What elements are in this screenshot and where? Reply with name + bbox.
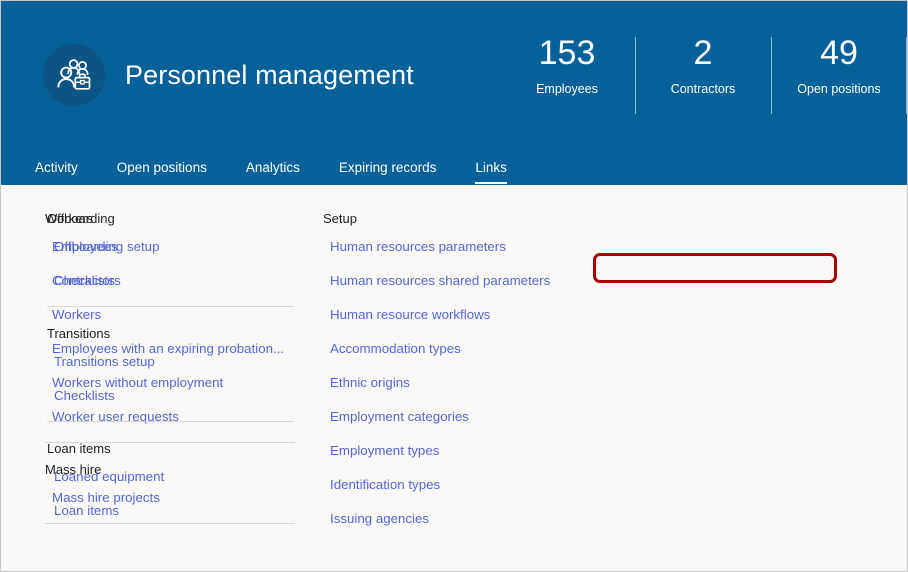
link-issuing-agencies[interactable]: Issuing agencies [330,511,605,527]
link-offboarding-setup[interactable]: Offboarding setup [54,239,297,255]
stat-employees-label: Employees [536,82,598,96]
header-tabs: Activity Open positions Analytics Expiri… [35,141,507,185]
tab-expiring-records[interactable]: Expiring records [339,160,437,185]
links-column-setup: Setup Human resources parameters Human r… [323,211,605,527]
brand-area: Personnel management [43,44,414,106]
stat-open-positions-label: Open positions [797,82,881,96]
group-title-loan-items: Loan items [47,441,111,456]
divider-transitions-loanitems [47,421,294,422]
divider-offboarding-transitions [47,306,294,307]
link-human-resources-shared-parameters[interactable]: Human resources shared parameters [330,273,605,289]
link-employment-categories[interactable]: Employment categories [330,409,605,425]
links-column-offboarding: Offboarding Offboarding setup Checklists… [47,211,297,519]
link-group-transitions: Transitions Transitions setup Checklists [47,326,297,404]
link-human-resource-workflows[interactable]: Human resource workflows [330,307,605,323]
page-title: Personnel management [125,59,414,90]
personnel-management-workspace: Personnel management 153 Employees 2 Con… [0,0,908,572]
stat-open-positions-value: 49 [820,34,858,72]
header-stats: 153 Employees 2 Contractors 49 Open posi… [499,33,907,114]
link-offboarding-checklists[interactable]: Checklists [54,273,297,289]
link-loan-items[interactable]: Loan items [54,503,297,519]
stat-open-positions: 49 Open positions [771,33,907,114]
group-title-offboarding: Offboarding [47,211,115,226]
link-group-setup: Setup Human resources parameters Human r… [323,211,605,527]
link-identification-types[interactable]: Identification types [330,477,605,493]
stat-employees: 153 Employees [499,33,635,97]
link-human-resources-parameters[interactable]: Human resources parameters [330,239,605,255]
link-transitions-checklists[interactable]: Checklists [54,388,297,404]
people-briefcase-icon [43,44,105,106]
link-employment-types[interactable]: Employment types [330,443,605,459]
links-panel: Workers Employees Contractors Workers Em… [1,185,907,571]
stat-contractors-label: Contractors [670,82,736,96]
divider-masshire-bottom [45,523,295,524]
link-group-loan-items: Loan items Loaned equipment Loan items [47,441,297,519]
group-title-setup: Setup [323,211,357,226]
page-header: Personnel management 153 Employees 2 Con… [1,1,907,185]
link-transitions-setup[interactable]: Transitions setup [54,354,297,370]
group-title-transitions: Transitions [47,326,111,341]
link-loaned-equipment[interactable]: Loaned equipment [54,469,297,485]
tab-links[interactable]: Links [475,160,507,185]
stat-contractors-value: 2 [693,34,713,72]
tab-open-positions[interactable]: Open positions [117,160,207,185]
link-group-offboarding: Offboarding Offboarding setup Checklists [47,211,297,289]
link-accommodation-types[interactable]: Accommodation types [330,341,605,357]
stat-contractors: 2 Contractors [635,33,771,114]
stat-employees-value: 153 [538,34,596,72]
tab-activity[interactable]: Activity [35,160,78,185]
tab-analytics[interactable]: Analytics [246,160,300,185]
header-top-row: Personnel management 153 Employees 2 Con… [1,1,907,141]
link-ethnic-origins[interactable]: Ethnic origins [330,375,605,391]
